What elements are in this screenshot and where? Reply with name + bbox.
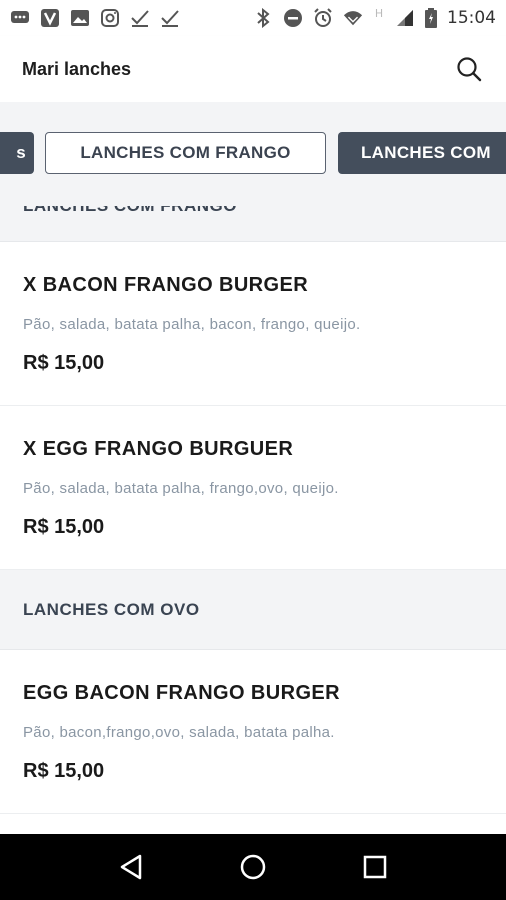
category-tabs: s LANCHES COM FRANGO LANCHES COM [0, 102, 506, 206]
v-app-icon [40, 8, 60, 28]
item-description: Pão, salada, batata palha, frango,ovo, q… [23, 480, 339, 497]
section-header: LANCHES COM FRANGO [0, 206, 506, 242]
search-icon [457, 57, 482, 82]
recents-button[interactable] [355, 847, 395, 887]
item-description: Pão, bacon,frango,ovo, salada, batata pa… [23, 724, 335, 741]
signal-icon [395, 8, 415, 28]
back-icon [120, 854, 142, 880]
tab-next-category[interactable]: LANCHES COM [338, 132, 506, 174]
recents-icon [363, 855, 387, 879]
section-title: LANCHES COM OVO [23, 599, 200, 619]
alarm-icon [313, 8, 333, 28]
back-button[interactable] [111, 847, 151, 887]
section-title: LANCHES COM FRANGO [23, 206, 237, 216]
instagram-icon [100, 8, 120, 28]
item-price: R$ 15,00 [23, 516, 105, 538]
home-icon [240, 854, 266, 880]
tab-label: LANCHES COM [361, 143, 491, 162]
page-title: Mari lanches [22, 58, 132, 79]
image-icon [70, 8, 90, 28]
do-not-disturb-icon [283, 8, 303, 28]
h-network-icon: H [374, 6, 384, 20]
battery-icon [425, 8, 437, 28]
search-button[interactable] [454, 54, 484, 84]
status-bar: H 15:04 [0, 0, 506, 36]
item-name: X EGG FRANGO BURGUER [23, 438, 294, 460]
item-price: R$ 15,00 [23, 760, 105, 782]
tab-lanches-com-ovo[interactable]: s [0, 132, 34, 174]
app-header: Mari lanches [0, 36, 506, 102]
menu-item[interactable]: X BACON FRANGO BURGER Pão, salada, batat… [0, 242, 506, 406]
check-icon [130, 8, 150, 28]
item-description: Pão, salada, batata palha, bacon, frango… [23, 316, 361, 333]
tab-label: LANCHES COM FRANGO [80, 143, 291, 162]
menu-item[interactable]: EGG BACON FRANGO BURGER Pão, bacon,frang… [0, 650, 506, 814]
tab-label: s [16, 143, 26, 162]
home-button[interactable] [233, 847, 273, 887]
menu-item[interactable]: X EGG FRANGO BURGUER Pão, salada, batata… [0, 406, 506, 570]
item-name: EGG BACON FRANGO BURGER [23, 682, 340, 704]
section-header: LANCHES COM OVO [0, 570, 506, 650]
message-icon [10, 8, 30, 28]
item-name: X BACON FRANGO BURGER [23, 274, 309, 296]
wifi-icon [343, 8, 363, 28]
bluetooth-icon [253, 8, 273, 28]
menu-list[interactable]: LANCHES COM FRANGO X BACON FRANGO BURGER… [0, 206, 506, 834]
item-price: R$ 15,00 [23, 352, 105, 374]
tab-lanches-com-frango[interactable]: LANCHES COM FRANGO [45, 132, 326, 174]
navigation-bar [0, 834, 506, 900]
check-icon [160, 8, 180, 28]
status-time: 15:04 [447, 8, 496, 28]
